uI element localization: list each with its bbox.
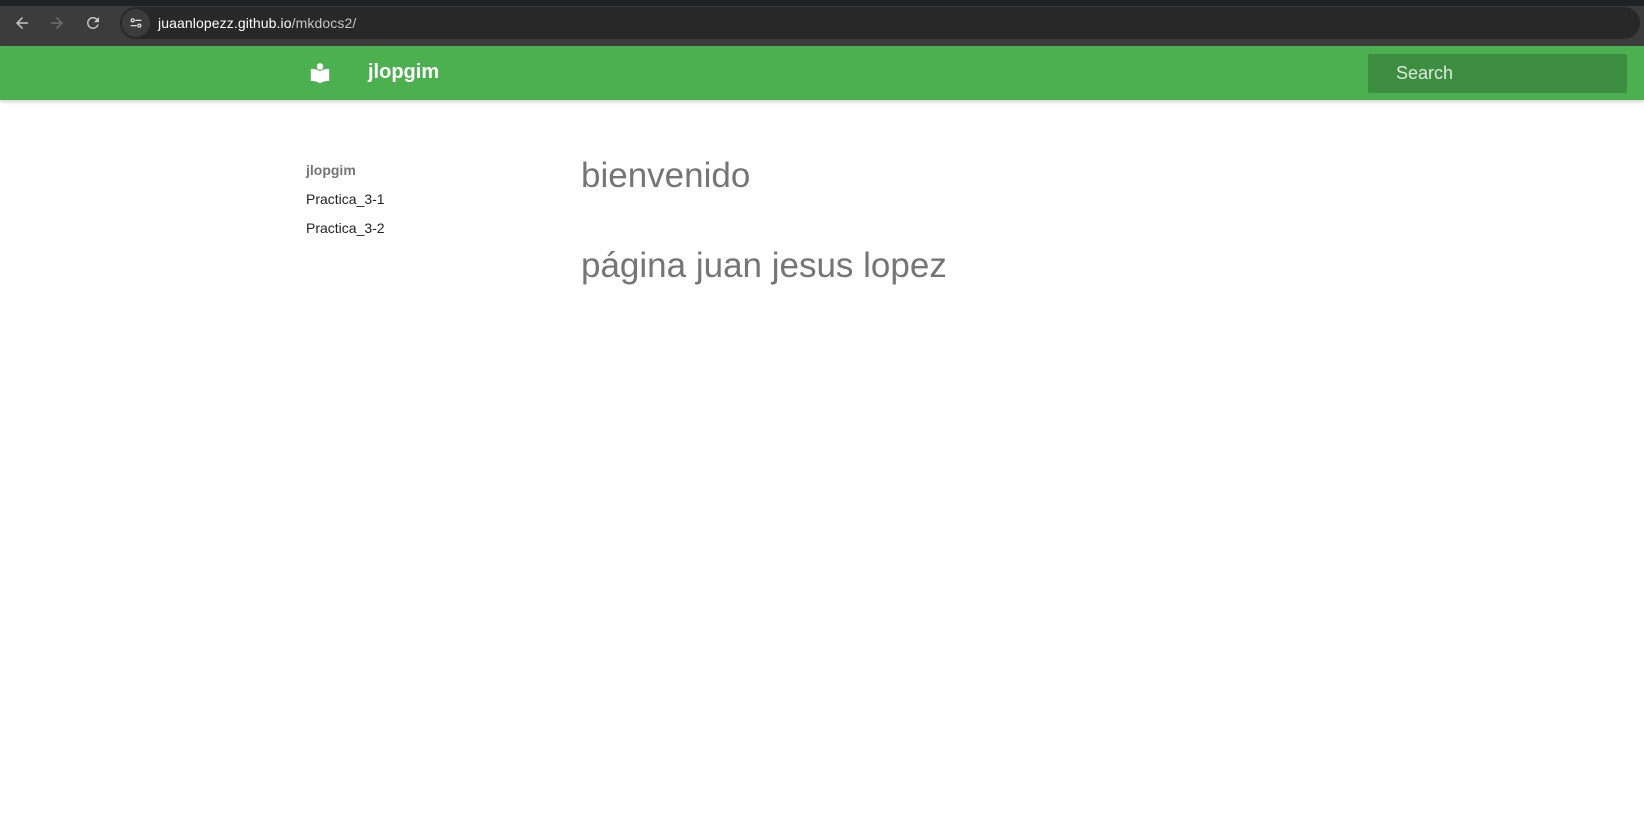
sidebar-nav: jlopgim Practica_3-1 Practica_3-2 [306, 156, 526, 243]
site-header: jlopgim [0, 46, 1644, 100]
back-button[interactable] [7, 8, 37, 38]
browser-toolbar: juaanlopezz.github.io/mkdocs2/ [0, 0, 1644, 46]
url-host: juaanlopezz.github.io [158, 15, 292, 31]
url-text[interactable]: juaanlopezz.github.io/mkdocs2/ [158, 15, 356, 31]
address-bar[interactable]: juaanlopezz.github.io/mkdocs2/ [120, 7, 1640, 39]
reload-icon [86, 16, 99, 29]
tune-icon [130, 18, 142, 28]
arrow-left-icon [16, 17, 28, 29]
main-content: bienvenido página juan jesus lopez [581, 150, 1481, 292]
heading-bienvenido: bienvenido [581, 156, 751, 195]
reload-button[interactable] [78, 8, 108, 38]
sidebar-item-practica-3-2[interactable]: Practica_3-2 [306, 214, 526, 243]
site-title[interactable]: jlopgim [368, 61, 439, 84]
site-info-button[interactable] [122, 9, 150, 37]
book-reader-icon [310, 63, 330, 84]
arrow-right-icon [51, 17, 63, 29]
search-input[interactable] [1394, 54, 1630, 93]
search-box[interactable] [1368, 54, 1630, 93]
tab-strip [0, 0, 1644, 6]
home-logo-link[interactable] [304, 58, 336, 90]
heading-pagina: página juan jesus lopez [581, 246, 947, 285]
sidebar-item-jlopgim[interactable]: jlopgim [306, 156, 526, 185]
forward-button[interactable] [42, 8, 72, 38]
sidebar-item-practica-3-1[interactable]: Practica_3-1 [306, 185, 526, 214]
url-path: /mkdocs2/ [291, 15, 357, 31]
